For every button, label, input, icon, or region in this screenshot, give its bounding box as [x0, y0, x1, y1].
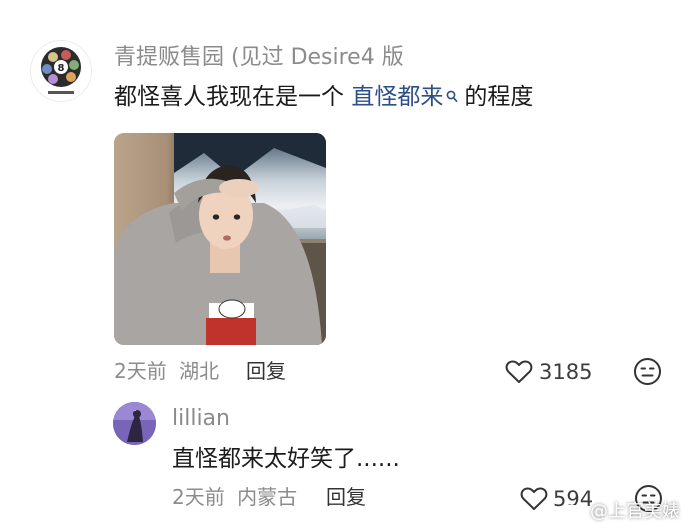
svg-text:8: 8 — [58, 63, 65, 74]
comment-username[interactable]: 青提贩售园 (见过 Desire4 版 — [114, 47, 404, 69]
like-count: 3185 — [539, 360, 593, 384]
comment-location: 湖北 — [179, 359, 220, 383]
comment-text-before: 都怪喜人我现在是一个 — [114, 84, 352, 110]
reply-reply-button[interactable]: 回复 — [326, 487, 366, 507]
search-link[interactable]: 直怪都来 — [351, 84, 443, 110]
heart-icon — [505, 360, 533, 383]
like-button[interactable] — [505, 359, 533, 388]
watermark-text: @上官美婊 — [590, 501, 680, 522]
comment-text-after: 的程度 — [464, 84, 534, 110]
reply-avatar[interactable]: ~ — [113, 402, 156, 445]
watermark: @上官美婊 — [560, 497, 680, 523]
reply-location: 内蒙古 — [237, 485, 298, 509]
comment-date: 2天前 — [114, 359, 167, 383]
reply-button[interactable]: 回复 — [246, 361, 286, 381]
reply-date: 2天前 — [172, 485, 225, 509]
search-icon[interactable] — [446, 86, 458, 109]
avatar-image: 8 — [41, 47, 81, 94]
dislike-emoji-button[interactable] — [633, 357, 662, 390]
reply-text: 直怪都来太好笑了...... — [172, 446, 400, 472]
weibo-logo-icon — [560, 502, 584, 520]
neutral-face-icon — [634, 358, 661, 385]
comment-image[interactable] — [114, 133, 326, 345]
heart-icon — [520, 487, 548, 510]
reply-meta: 2天前 内蒙古 — [172, 487, 297, 507]
avatar[interactable]: 8 — [30, 40, 92, 102]
comment-text: 都怪喜人我现在是一个 直怪都来 的程度 — [114, 86, 533, 109]
avatar-image: ~ — [113, 402, 156, 445]
comment-meta: 2天前 湖北 — [114, 361, 219, 381]
svg-text:~: ~ — [133, 408, 136, 413]
reply-username[interactable]: lillian — [172, 408, 230, 430]
reply-like-button[interactable] — [520, 486, 548, 515]
